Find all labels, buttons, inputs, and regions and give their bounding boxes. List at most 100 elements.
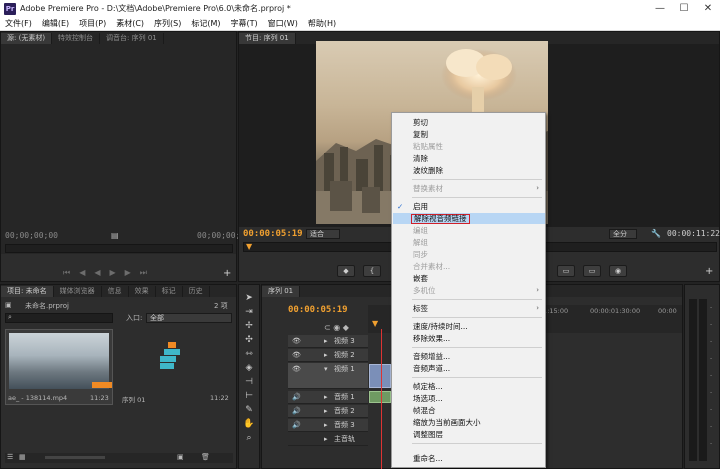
menu-item-copy[interactable]: 复制 (392, 129, 545, 140)
tab-info[interactable]: 信息 (102, 286, 129, 297)
settings-icon[interactable]: ▤ (111, 231, 119, 240)
menu-file[interactable]: 文件(F) (0, 18, 37, 29)
speaker-icon[interactable]: 🔊 (292, 419, 301, 431)
eye-icon[interactable]: 👁 (292, 349, 301, 361)
tab-source[interactable]: 源: (无素材) (1, 33, 53, 44)
menu-clip[interactable]: 素材(C) (111, 18, 149, 29)
tab-media-browser[interactable]: 媒体浏览器 (54, 286, 102, 297)
lift-button[interactable]: ▭ (557, 265, 575, 277)
pen-tool-icon[interactable]: ✎ (242, 405, 256, 416)
menu-item-field-options[interactable]: 场选项... (392, 393, 545, 404)
program-add-icon[interactable]: + (705, 266, 713, 277)
razor-tool-icon[interactable]: ◈ (242, 363, 256, 374)
marker-button[interactable]: ◆ (337, 265, 355, 277)
fit-dropdown[interactable]: 适合 (306, 229, 340, 239)
expand-icon[interactable]: ▸ (324, 335, 328, 347)
transport-controls-icon[interactable]: ⏮◀◀▶▶⏭ (63, 268, 156, 278)
close-icon[interactable]: ✕ (696, 0, 720, 17)
folder-new-icon[interactable]: ▣ (177, 453, 184, 461)
track-header-video-1[interactable]: 👁 ▾ 视频 1 (288, 363, 368, 389)
tab-audio-mixer[interactable]: 调音台: 序列 01 (100, 33, 164, 44)
menu-item-adjustment-layer[interactable]: 调整图层 (392, 429, 545, 440)
trash-icon[interactable]: 🗑 (201, 453, 210, 461)
expand-icon[interactable]: ▸ (324, 405, 328, 417)
tab-project[interactable]: 项目: 未命名 (1, 286, 54, 297)
menu-item-audio-gain[interactable]: 音频增益... (392, 351, 545, 362)
selection-tool-icon[interactable]: ➤ (242, 293, 256, 304)
eye-icon[interactable]: 👁 (292, 363, 301, 375)
track-header-audio-2[interactable]: 🔊 ▸ 音频 2 (288, 405, 368, 418)
menu-help[interactable]: 帮助(H) (303, 18, 341, 29)
menu-item-clear[interactable]: 清除 (392, 153, 545, 164)
clip-item-sequence[interactable]: 序列 01 11:22 (117, 329, 233, 405)
track-header-video-2[interactable]: 👁 ▸ 视频 2 (288, 349, 368, 362)
source-scrub-bar[interactable] (5, 244, 233, 253)
menu-item-scale-to-frame[interactable]: 缩放为当前画面大小 (392, 417, 545, 428)
menu-title[interactable]: 字幕(T) (226, 18, 263, 29)
maximize-icon[interactable]: ☐ (672, 0, 696, 17)
hand-tool-icon[interactable]: ✋ (242, 419, 256, 430)
speaker-icon[interactable]: 🔊 (292, 405, 301, 417)
extract-button[interactable]: ▭ (583, 265, 601, 277)
menu-window[interactable]: 窗口(W) (263, 18, 303, 29)
mark-in-button[interactable]: { (363, 265, 381, 277)
menu-item-audio-channels[interactable]: 音频声道... (392, 363, 545, 374)
tab-effects[interactable]: 效果 (129, 286, 156, 297)
playhead-icon[interactable]: ▼ (246, 242, 252, 251)
expand-icon[interactable]: ▸ (324, 433, 328, 445)
menu-sequence[interactable]: 序列(S) (149, 18, 186, 29)
timeline-playhead-icon[interactable]: ▼ (372, 319, 378, 328)
menu-edit[interactable]: 编辑(E) (37, 18, 74, 29)
tab-sequence[interactable]: 序列 01 (262, 286, 301, 297)
track-header-audio-1[interactable]: 🔊 ▸ 音频 1 (288, 391, 368, 404)
add-button-icon[interactable]: + (223, 268, 231, 279)
menu-item-unlink[interactable]: 解除视音频链接 (393, 213, 545, 224)
inpoint-dropdown[interactable]: 全部 (146, 313, 232, 323)
minimize-icon[interactable]: — (648, 0, 672, 17)
track-header-audio-3[interactable]: 🔊 ▸ 音频 3 (288, 419, 368, 432)
menu-item-remove-effects[interactable]: 移除效果... (392, 333, 545, 344)
menu-project[interactable]: 项目(P) (74, 18, 111, 29)
tab-program[interactable]: 节目: 序列 01 (239, 33, 296, 44)
track-header-master[interactable]: ▸ 主音轨 (288, 433, 368, 446)
snap-icon[interactable]: ⊂ ◉ ◆ (324, 323, 349, 332)
tab-effect-controls[interactable]: 特效控制台 (52, 33, 101, 44)
tab-markers[interactable]: 标记 (156, 286, 183, 297)
menu-item-cut[interactable]: 剪切 (392, 117, 545, 128)
menu-item-speed-duration[interactable]: 速度/持续时间... (392, 321, 545, 332)
wrench-icon[interactable]: 🔧 (651, 229, 661, 238)
expand-icon[interactable]: ▸ (324, 419, 328, 431)
audio-clip[interactable] (369, 391, 391, 403)
expand-icon[interactable]: ▾ (324, 363, 328, 375)
rolling-edit-tool-icon[interactable]: ✣ (242, 335, 256, 346)
track-select-tool-icon[interactable]: ⇥ (242, 307, 256, 318)
menu-marker[interactable]: 标记(M) (186, 18, 225, 29)
track-header-video-3[interactable]: 👁 ▸ 视频 3 (288, 335, 368, 348)
tab-history[interactable]: 历史 (183, 286, 210, 297)
menu-item-nest[interactable]: 嵌套 (392, 273, 545, 284)
export-frame-button[interactable]: ◉ (609, 265, 627, 277)
rate-stretch-tool-icon[interactable]: ⇿ (242, 349, 256, 360)
expand-icon[interactable]: ▸ (324, 391, 328, 403)
list-view-icon[interactable]: ☰ (7, 453, 13, 461)
menu-item-frame-blend[interactable]: 帧混合 (392, 405, 545, 416)
menu-item-rename[interactable]: 重命名... (392, 453, 545, 464)
clip-item-video[interactable]: ae_ - 138114.mp4 11:23 (5, 329, 113, 405)
video-clip[interactable] (369, 364, 391, 388)
menu-item-ripple-delete[interactable]: 波纹删除 (392, 165, 545, 176)
project-search-input[interactable]: ⌕ (5, 313, 113, 323)
expand-icon[interactable]: ▸ (324, 349, 328, 361)
slide-tool-icon[interactable]: ⊢ (242, 391, 256, 402)
menu-item-frame-hold[interactable]: 帧定格... (392, 381, 545, 392)
clip-thumbnail (9, 333, 109, 389)
zoom-slider[interactable] (45, 456, 105, 459)
speaker-icon[interactable]: 🔊 (292, 391, 301, 403)
quality-dropdown[interactable]: 全分 (609, 229, 637, 239)
menu-item-label-submenu[interactable]: 标签 › (392, 303, 545, 314)
menu-item-enable[interactable]: ✓ 启用 (392, 201, 545, 212)
eye-icon[interactable]: 👁 (292, 335, 301, 347)
slip-tool-icon[interactable]: ⊣ (242, 377, 256, 388)
zoom-tool-icon[interactable]: ⌕ (242, 433, 256, 444)
ripple-edit-tool-icon[interactable]: ✢ (242, 321, 256, 332)
icon-view-icon[interactable]: ▦ (19, 453, 26, 461)
